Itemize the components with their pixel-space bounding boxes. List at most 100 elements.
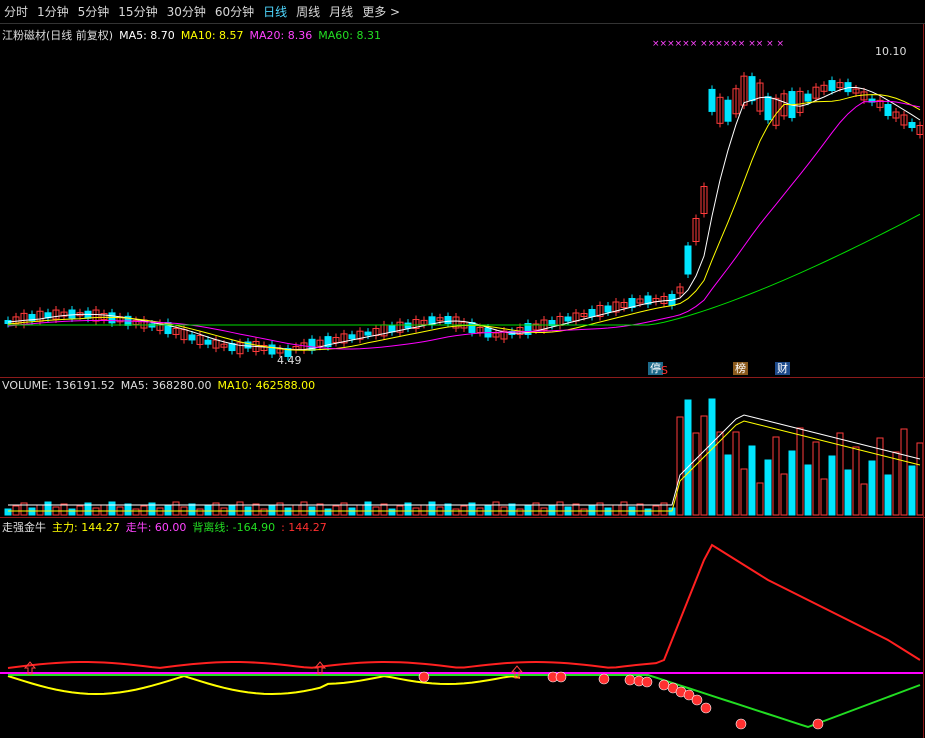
volume-bar (388, 508, 396, 516)
volume-bar (892, 451, 900, 516)
volume-bar (60, 503, 68, 516)
beili-value: 背离线: -164.90 (192, 521, 276, 534)
volume-bar (36, 504, 44, 516)
volume-ma10: MA10: 462588.00 (217, 379, 316, 392)
candle-body (388, 325, 396, 333)
signal-ball-icon (812, 718, 824, 730)
volume-bar (732, 431, 740, 516)
candle-body (468, 322, 476, 333)
volume-bar (684, 399, 692, 516)
volume-bar (900, 428, 908, 516)
finance-marker[interactable]: 财 (775, 362, 790, 375)
signal-ball-icon (418, 671, 430, 683)
volume-bar (748, 445, 756, 516)
volume-bar (516, 508, 524, 516)
volume-bar (324, 508, 332, 516)
candle-body (564, 316, 572, 322)
volume-bar (4, 508, 12, 516)
s-marker[interactable]: S (659, 364, 670, 377)
volume-bar (756, 482, 764, 516)
ma5-line (7, 86, 921, 351)
volume-bar (908, 465, 916, 516)
candle-body (908, 122, 916, 128)
panel-divider (0, 517, 925, 518)
volume-bar (612, 504, 620, 516)
volume-bar (764, 459, 772, 516)
volume-bar (796, 427, 804, 516)
candle-body (188, 334, 196, 341)
low-price-label: 4.49 (277, 354, 302, 367)
volume-bar (716, 431, 724, 516)
volume-bar (508, 503, 516, 516)
volume-bar (492, 501, 500, 516)
volume-bar (452, 508, 460, 516)
volume-bar (44, 501, 52, 516)
volume-bar (428, 501, 436, 516)
zhuli-value: 主力: 144.27 (52, 521, 120, 534)
right-border (923, 24, 924, 738)
volume-bar (860, 483, 868, 516)
volume-bar (484, 504, 492, 516)
zouniu-value: 走牛: 60.00 (125, 521, 187, 534)
signal-ball-icon (700, 702, 712, 714)
signal-ball-icon (691, 694, 703, 706)
ma20-value: MA20: 8.36 (249, 29, 313, 42)
volume-bar (172, 501, 180, 516)
volume-bar (100, 504, 108, 516)
volume-bar (260, 508, 268, 516)
volume-bar (572, 503, 580, 516)
volume-ma10-line (8, 420, 921, 512)
candle-body (588, 309, 596, 317)
signal-ball-icon (641, 676, 653, 688)
volume-bar (132, 508, 140, 516)
price-panel-legend: 江粉磁材(日线 前复权) MA5: 8.70 MA10: 8.57 MA20: 8.3… (2, 27, 387, 43)
volume-bar (196, 508, 204, 516)
volume-bar (644, 508, 652, 516)
extra-value: : 144.27 (281, 521, 327, 534)
volume-ma5-line (8, 414, 921, 506)
stock-title: 江粉磁材(日线 前复权) (2, 29, 114, 42)
volume-bar (252, 503, 260, 516)
volume-bar (788, 450, 796, 516)
volume-bar (364, 501, 372, 516)
volume-bar (300, 501, 308, 516)
volume-bar (884, 474, 892, 516)
zhuli-line (7, 543, 921, 669)
ma60-line (8, 213, 921, 326)
volume-bar (356, 504, 364, 516)
indicator-panel-legend: 走强金牛 主力: 144.27 走牛: 60.00 背离线: -164.90: 144… (2, 519, 333, 535)
ma10-value: MA10: 8.57 (180, 29, 244, 42)
candle-body (884, 104, 892, 116)
volume-bar (548, 504, 556, 516)
ma10-line (7, 94, 921, 351)
volume-bar (740, 468, 748, 516)
volume-bar (692, 432, 700, 516)
candle-body (148, 323, 156, 328)
volume-bar (708, 398, 716, 516)
candle-body (268, 344, 276, 355)
volume-bar (556, 501, 564, 516)
volume-bar (108, 501, 116, 516)
limit-up-marks: ×××××× ×××××× ×× × × (652, 39, 784, 49)
signal-ball-icon (624, 674, 636, 686)
volume-bar (812, 441, 820, 516)
volume-bar (124, 503, 132, 516)
ma20-line (7, 100, 921, 350)
volume-bar (724, 454, 732, 516)
candle-body (404, 322, 412, 329)
volume-ma5: MA5: 368280.00 (120, 379, 212, 392)
volume-bar (228, 504, 236, 516)
candle-body (748, 76, 756, 102)
volume-bar (236, 501, 244, 516)
volume-bar (844, 469, 852, 516)
volume-bar (164, 504, 172, 516)
ma5-value: MA5: 8.70 (119, 29, 175, 42)
candle-body (604, 305, 612, 313)
volume-bar (188, 503, 196, 516)
ranking-marker[interactable]: 榜 (733, 362, 748, 375)
volume-bar (636, 503, 644, 516)
volume-bar (780, 473, 788, 516)
candle-body (844, 82, 852, 93)
volume-bar (620, 501, 628, 516)
candle-body (764, 96, 772, 121)
